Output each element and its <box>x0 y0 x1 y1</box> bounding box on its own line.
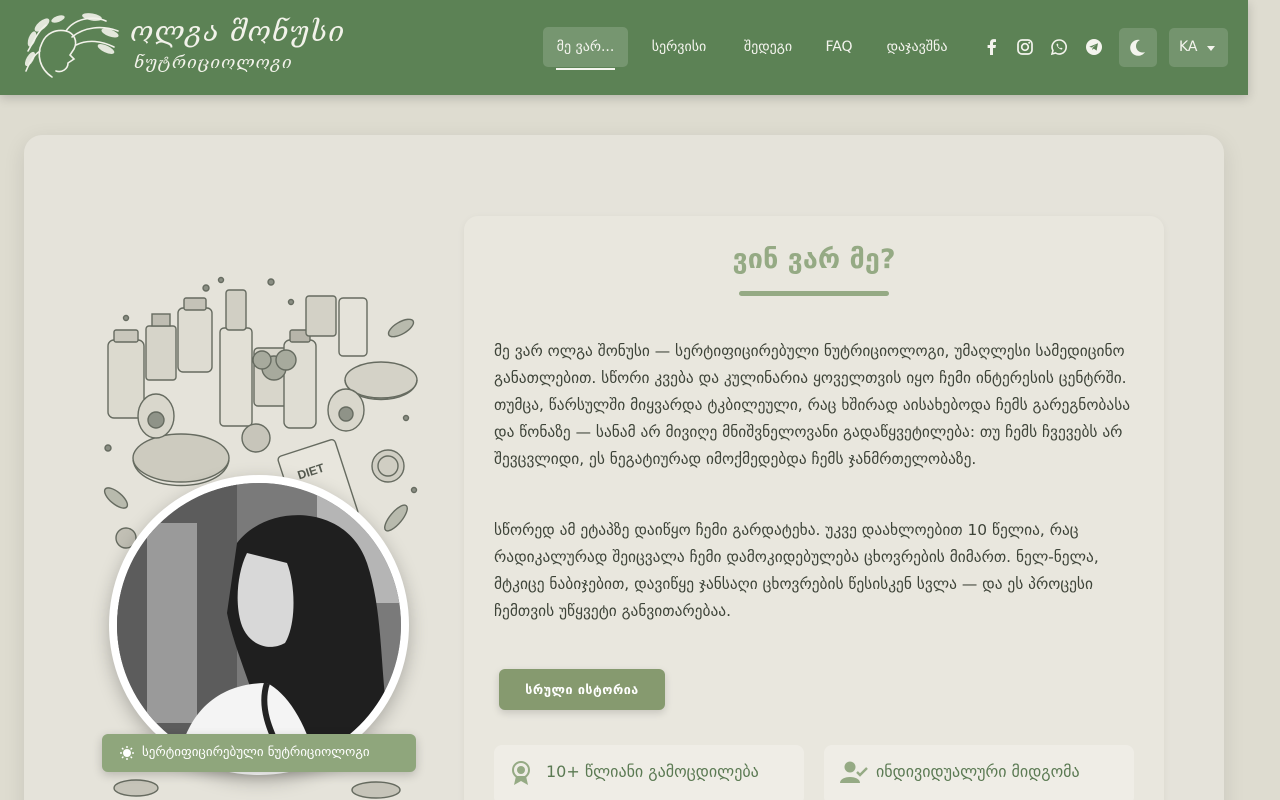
feature-experience: 10+ წლიანი გამოცდილება <box>494 745 804 800</box>
nav-item-booking[interactable]: დაჯავშნა <box>870 27 964 67</box>
facebook-icon[interactable] <box>983 38 1001 56</box>
nav-item-faq[interactable]: FAQ <box>815 27 863 67</box>
about-paragraph-2: სწორედ ამ ეტაპზე დაიწყო ჩემი გარდატეხა. … <box>494 521 1099 620</box>
nav-item-services[interactable]: სერვისი <box>636 27 722 67</box>
user-check-icon <box>840 761 868 783</box>
nav-item-about[interactable]: მე ვარ... <box>543 27 628 70</box>
moon-icon <box>1130 39 1145 56</box>
sun-icon <box>120 746 134 760</box>
about-panel <box>464 216 1164 800</box>
whatsapp-icon[interactable] <box>1050 38 1068 56</box>
brand-name: ოლგა შონუსი <box>130 15 346 48</box>
nav-item-results[interactable]: შედეგი <box>728 27 808 67</box>
language-dropdown[interactable]: KA <box>1169 28 1228 67</box>
portrait-frame <box>109 475 409 775</box>
certified-badge: სერტიფიცირებული ნუტრიციოლოგი <box>102 734 416 772</box>
theme-toggle-button[interactable] <box>1119 28 1157 67</box>
leaf-face-logo-icon <box>24 13 119 78</box>
nav-item-label: დაჯავშნა <box>886 39 948 55</box>
nav-item-label: მე ვარ... <box>556 39 615 55</box>
brand-subtitle: ნუტრიციოლოგი <box>134 53 293 73</box>
feature-label: 10+ წლიანი გამოცდილება <box>546 762 759 781</box>
chevron-down-icon <box>1207 46 1215 51</box>
title-underline <box>739 291 889 296</box>
certified-badge-label: სერტიფიცირებული ნუტრიციოლოგი <box>142 745 370 760</box>
active-underline <box>556 68 615 70</box>
brand-logo[interactable]: ოლგა შონუსი ნუტრიციოლოგი <box>22 11 344 83</box>
award-icon <box>512 761 530 785</box>
feature-individual: ინდივიდუალური მიდგომა <box>824 745 1134 800</box>
navbar: ოლგა შონუსი ნუტრიციოლოგი მე ვარ... სერვი… <box>0 0 1248 95</box>
language-label: KA <box>1179 39 1198 55</box>
nav-item-label: შედეგი <box>743 39 793 55</box>
about-paragraph-1: მე ვარ ოლგა შონუსი — სერტიფიცირებული ნუტ… <box>494 342 1131 468</box>
nav-item-label: სერვისი <box>651 39 707 55</box>
nav-item-label: FAQ <box>825 39 853 55</box>
section-title: ვინ ვარ მე? <box>732 244 896 275</box>
telegram-icon[interactable] <box>1085 38 1103 56</box>
feature-label: ინდივიდუალური მიდგომა <box>876 762 1080 781</box>
portrait-photo <box>117 483 401 767</box>
full-story-button[interactable]: სრული ისტორია <box>499 669 665 710</box>
instagram-icon[interactable] <box>1016 38 1034 56</box>
